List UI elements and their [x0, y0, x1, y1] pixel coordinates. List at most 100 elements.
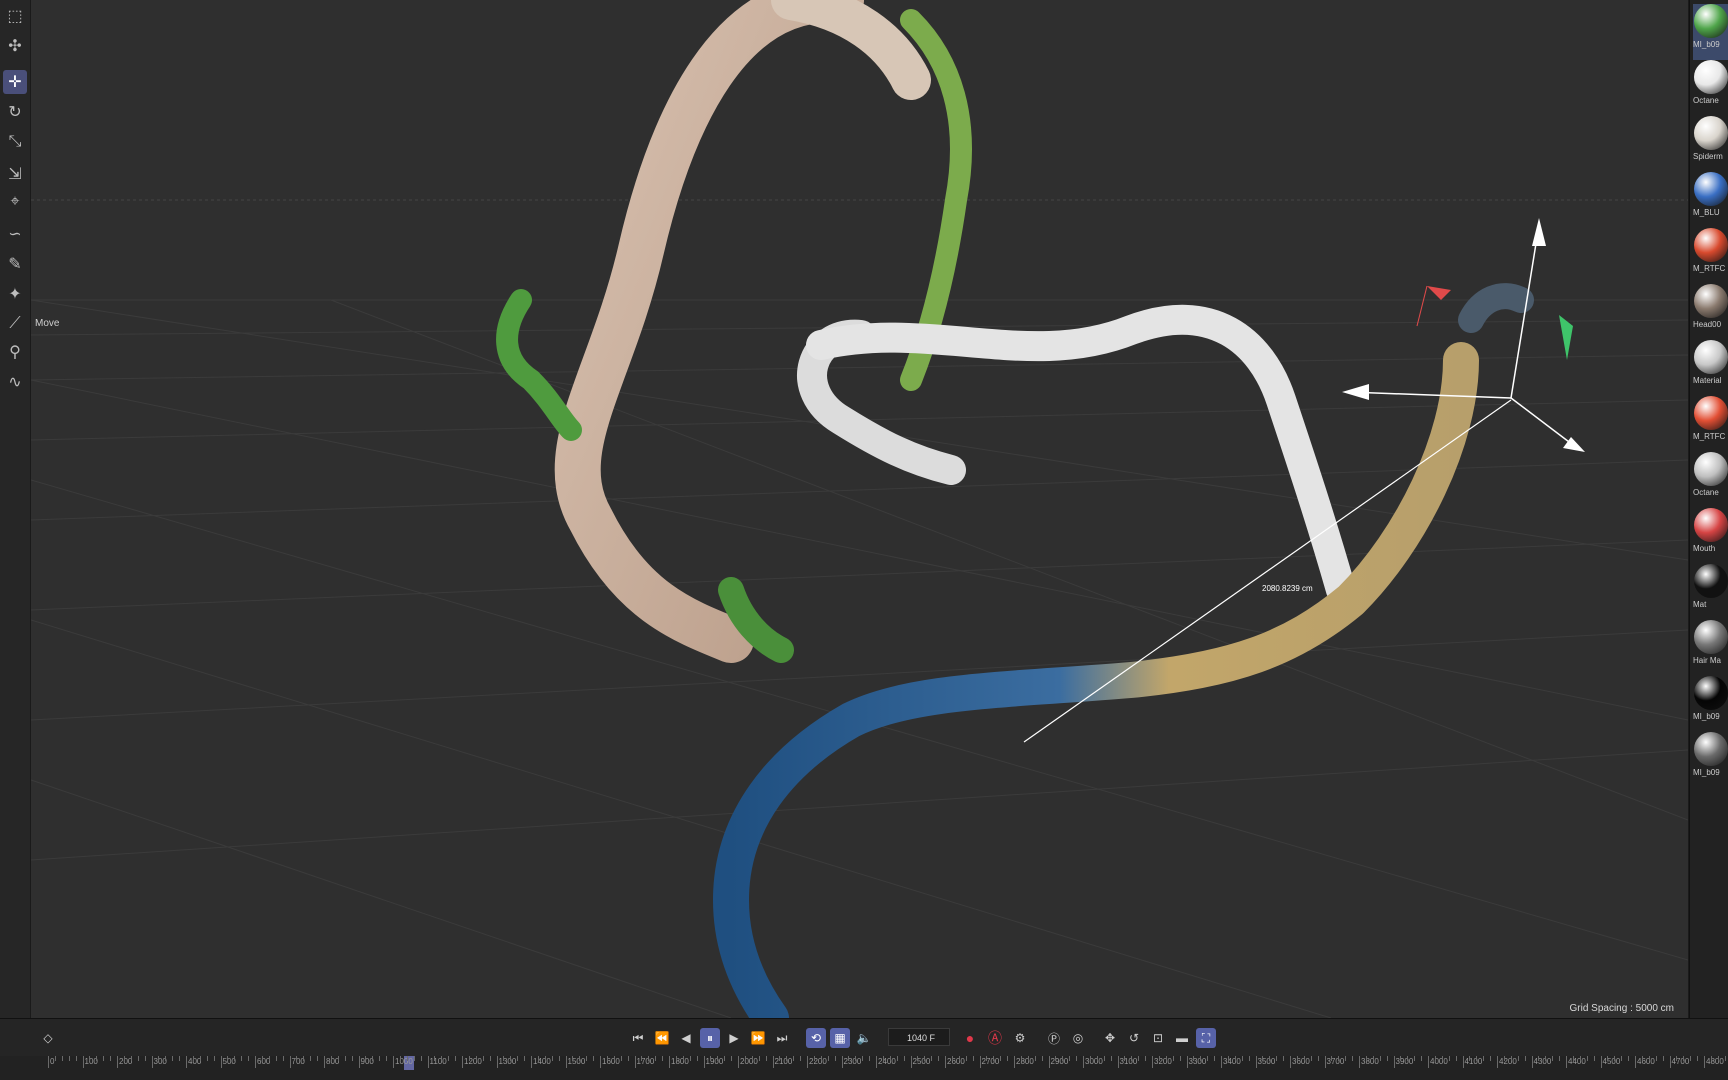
ruler-minor-tick	[1538, 1056, 1540, 1061]
ruler-minor-tick	[54, 1056, 56, 1061]
material-swatch[interactable]: Mouth	[1693, 508, 1728, 564]
rotate-icon[interactable]: ↻	[3, 100, 27, 124]
ruler-minor-tick	[1124, 1056, 1126, 1061]
material-preview-icon	[1694, 172, 1728, 206]
key-scale-icon[interactable]: ⊡	[1148, 1028, 1168, 1048]
ruler-minor-tick	[1421, 1056, 1423, 1061]
ruler-minor-tick	[924, 1056, 926, 1061]
material-swatch[interactable]: Head00	[1693, 284, 1728, 340]
material-swatch[interactable]: MI_b09	[1693, 732, 1728, 788]
material-swatch[interactable]: MI_b09	[1693, 4, 1728, 60]
material-swatch[interactable]: M_BLU	[1693, 172, 1728, 228]
scale-icon[interactable]: ⤡	[3, 130, 27, 154]
select-icon[interactable]: ⬚	[3, 4, 27, 28]
sound-icon[interactable]: 🔈	[854, 1028, 874, 1048]
ruler-minor-tick	[717, 1056, 719, 1061]
ruler-minor-tick	[641, 1056, 643, 1061]
prev-frame-icon[interactable]: ◀	[676, 1028, 696, 1048]
ruler-label: 4500	[1602, 1057, 1621, 1066]
film-icon[interactable]: ▦	[830, 1028, 850, 1048]
snap-icon[interactable]: ⌖	[3, 190, 27, 214]
ruler-minor-tick	[793, 1056, 795, 1061]
pause-icon[interactable]: ⏸	[700, 1028, 720, 1048]
material-preview-icon	[1694, 452, 1728, 486]
next-key-icon[interactable]: ⏩	[748, 1028, 768, 1048]
ruler-minor-tick	[682, 1056, 684, 1061]
play-icon[interactable]: ▶	[724, 1028, 744, 1048]
grid-spacing-label: Grid Spacing : 5000 cm	[1569, 1003, 1675, 1014]
knife-icon[interactable]: ⚲	[3, 340, 27, 364]
key-move-icon[interactable]: ✥	[1100, 1028, 1120, 1048]
material-swatch[interactable]: Octane	[1693, 60, 1728, 116]
spline-icon[interactable]: ∽	[3, 222, 27, 246]
ruler-minor-tick	[351, 1056, 353, 1061]
axis-icon[interactable]: ⇲	[3, 162, 27, 186]
ruler-label: 3600	[1292, 1057, 1310, 1066]
material-label: Head00	[1693, 320, 1722, 329]
ruler-label: 4000	[1430, 1057, 1448, 1066]
ruler-minor-tick	[648, 1056, 650, 1061]
ruler-minor-tick	[172, 1056, 174, 1061]
ruler-tick	[1324, 1056, 1326, 1068]
ruler-minor-tick	[1593, 1056, 1595, 1061]
ruler-minor-tick	[1614, 1056, 1616, 1061]
material-swatch[interactable]: Mat	[1693, 564, 1728, 620]
ruler-minor-tick	[655, 1056, 657, 1061]
3d-viewport[interactable]: Move 2080.8239 cm Grid Spacing : 5000 cm	[31, 0, 1688, 1018]
material-swatch[interactable]: M_RTFC	[1693, 396, 1728, 452]
pen-icon[interactable]: ✎	[3, 252, 27, 276]
go-to-start-icon[interactable]: ⏮	[628, 1028, 648, 1048]
prev-key-icon[interactable]: ⏪	[652, 1028, 672, 1048]
ruler-tick	[531, 1056, 532, 1068]
ruler-minor-tick	[1069, 1056, 1071, 1061]
ruler-minor-tick	[1027, 1056, 1029, 1061]
ruler-label: 1100	[429, 1057, 447, 1066]
go-to-end-icon[interactable]: ⏭	[772, 1028, 792, 1048]
ruler-minor-tick	[965, 1056, 967, 1061]
ruler-label: 1700	[636, 1057, 655, 1066]
ruler-tick	[1359, 1056, 1360, 1068]
move-icon[interactable]: ✛	[3, 70, 27, 94]
ruler-tick	[1669, 1056, 1671, 1068]
ruler-minor-tick	[786, 1056, 788, 1061]
ruler-minor-tick	[1572, 1056, 1574, 1061]
material-swatch[interactable]: Spiderm	[1693, 116, 1728, 172]
ruler-minor-tick	[1331, 1056, 1333, 1061]
ruler-minor-tick	[931, 1056, 933, 1061]
ruler-minor-tick	[1165, 1056, 1167, 1061]
ruler-label: 4400	[1568, 1057, 1586, 1066]
ruler-tick	[910, 1056, 912, 1068]
ruler-label: 3400	[1223, 1057, 1241, 1066]
material-swatch[interactable]: Hair Ma	[1693, 620, 1728, 676]
material-swatch[interactable]: MI_b09	[1693, 676, 1728, 732]
ruler-label: 2900	[1050, 1057, 1069, 1066]
brush-icon[interactable]: ⟋	[3, 312, 27, 336]
autokey-icon[interactable]: Ⓐ	[985, 1028, 1005, 1048]
material-swatch[interactable]: Octane	[1693, 452, 1728, 508]
current-frame-field[interactable]: 1040 F	[888, 1028, 950, 1046]
material-label: Hair Ma	[1693, 656, 1722, 665]
ruler-minor-tick	[1607, 1056, 1609, 1061]
record-icon[interactable]: ●	[960, 1028, 980, 1048]
key-pos-icon[interactable]: Ⓟ	[1044, 1028, 1064, 1048]
transform-icon[interactable]: ✣	[3, 34, 27, 58]
paint-icon[interactable]: ✦	[3, 282, 27, 306]
ruler-minor-tick	[779, 1056, 781, 1061]
key-param-icon[interactable]: ▬	[1172, 1028, 1192, 1048]
keyframe-icon[interactable]: ◇	[38, 1028, 58, 1048]
animation-toolbar: ◇ ⏮ ⏪ ◀ ⏸ ▶ ⏩ ⏭ ⟲ ▦ 🔈 ● Ⓐ ⚙ Ⓟ ◎ ✥ ↺ ⊡ ▬ ⛶	[0, 1018, 1728, 1057]
ruler-minor-tick	[1469, 1056, 1471, 1061]
loop-icon[interactable]: ⟲	[806, 1028, 826, 1048]
viewport-scene	[31, 0, 1688, 1018]
ruler-label: 3000	[1085, 1057, 1103, 1066]
material-swatch[interactable]: Material	[1693, 340, 1728, 396]
ruler-tick	[1048, 1056, 1050, 1068]
key-pla-icon[interactable]: ⛶	[1196, 1028, 1216, 1048]
magnet-icon[interactable]: ∿	[3, 370, 27, 394]
ruler-minor-tick	[206, 1056, 208, 1061]
key-rot-icon[interactable]: ◎	[1068, 1028, 1088, 1048]
keyframe-settings-icon[interactable]: ⚙	[1010, 1028, 1030, 1048]
key-rotate-icon[interactable]: ↺	[1124, 1028, 1144, 1048]
material-swatch[interactable]: M_RTFC	[1693, 228, 1728, 284]
timeline-ruler[interactable]: 0 100 200 300 400 500 600 700 800 900 1000 1100 1200…	[0, 1056, 1728, 1080]
